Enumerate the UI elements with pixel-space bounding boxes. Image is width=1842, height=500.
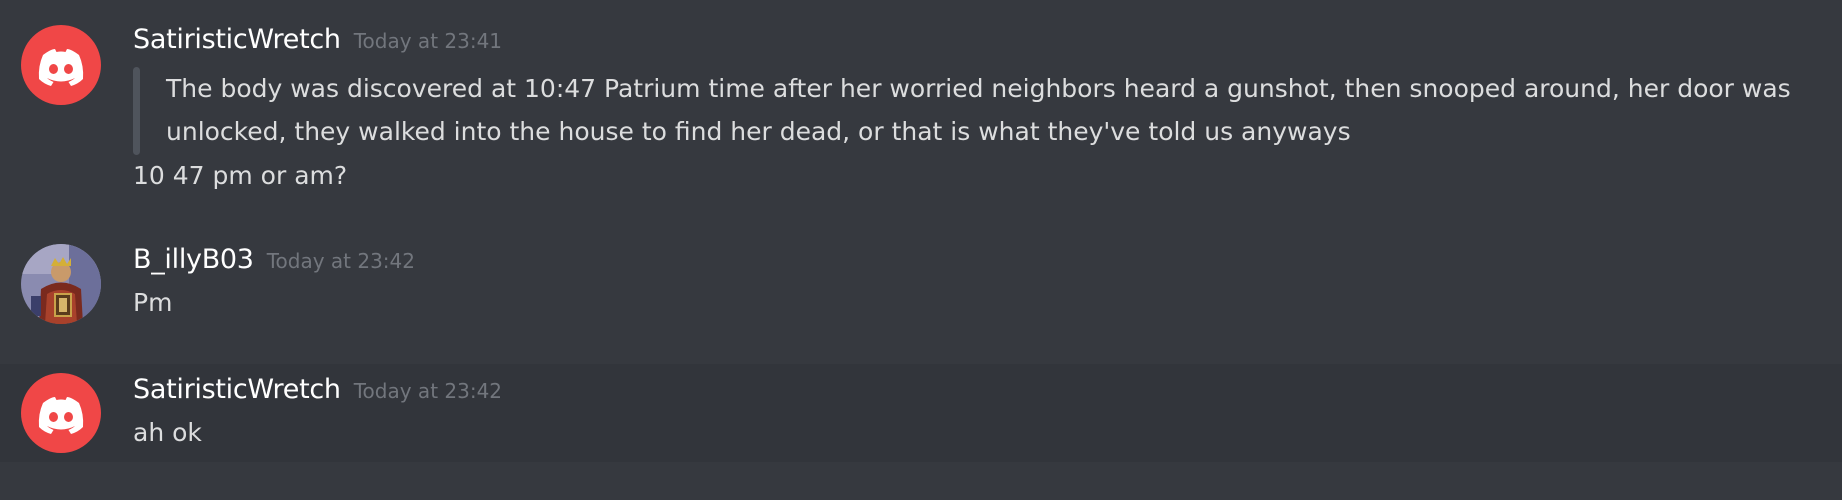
avatar[interactable] [21,25,101,105]
timestamp[interactable]: Today at 23:42 [267,249,415,273]
message-text: 10 47 pm or am? [133,161,348,190]
message-text: ah ok [133,418,202,447]
timestamp[interactable]: Today at 23:42 [354,379,502,403]
message-header: SatiristicWretch Today at 23:42 [133,374,502,405]
message-group: SatiristicWretch Today at 23:41 The body … [0,0,1842,215]
discord-logo-icon [38,49,84,86]
quote-text: The body was discovered at 10:47 Patrium… [166,74,1791,146]
message-header: SatiristicWretch Today at 23:41 [133,24,502,55]
chat-log: SatiristicWretch Today at 23:41 The body … [0,0,1842,500]
block-quote: The body was discovered at 10:47 Patrium… [133,67,1791,155]
discord-logo-icon [38,397,84,434]
quote-bar [133,67,140,155]
username[interactable]: SatiristicWretch [133,24,341,55]
message-header: B_illyB03 Today at 23:42 [133,244,415,275]
message-text: Pm [133,288,173,317]
message-group: B_illyB03 Today at 23:42 Pm [0,230,1842,360]
username[interactable]: B_illyB03 [133,244,254,275]
username[interactable]: SatiristicWretch [133,374,341,405]
timestamp[interactable]: Today at 23:41 [354,29,502,53]
avatar[interactable] [21,244,101,324]
avatar[interactable] [21,373,101,453]
painted-figure-avatar [21,244,101,324]
message-group: SatiristicWretch Today at 23:42 ah ok [0,364,1842,462]
